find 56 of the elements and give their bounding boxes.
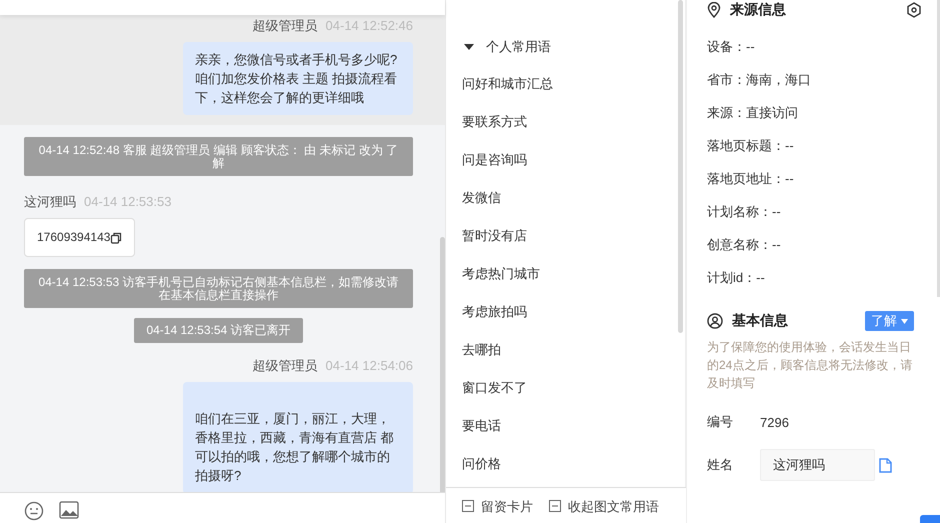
info-row-text: 计划名称：-- [707,203,782,221]
phrase-item[interactable]: 问价格 [462,455,685,474]
message-bubble: 亲亲，您微信号或者手机号多少呢?咱们加您发价格表 主题 拍摄流程看下，这样您会了解的更详细哦 [183,42,413,115]
phone-number: 17609394143 [37,229,110,246]
phrase-item[interactable]: 问好和城市汇总 [462,75,685,94]
checkbox-icon [462,500,474,512]
group-label: 个人常用语 [486,38,551,56]
field-value: 7296 [760,414,789,430]
floating-button[interactable] [920,515,940,523]
field-label: 姓名 [707,456,734,474]
message-time: 04-14 12:53:53 [84,194,172,209]
location-pin-icon [707,2,721,18]
user-circle-icon [707,313,723,329]
image-icon [59,501,79,519]
info-row-text: 省市：海南，海口 [707,71,812,89]
scrollbar-thumb[interactable] [678,0,683,333]
phrase-item[interactable]: 发微信 [462,189,685,208]
message-time: 04-14 12:54:06 [326,358,413,373]
sender-name: 超级管理员 [252,357,318,375]
scrollbar-thumb[interactable] [440,237,445,492]
copy-icon [110,232,122,244]
phrase-item[interactable]: 考虑热门城市 [462,265,685,284]
phrase-item[interactable]: 暂时没有店 [462,227,685,246]
phrase-item[interactable]: 要电话 [462,417,685,436]
message-bubble: 咱们在三亚，厦门，丽江，大理，香格里拉，西藏，青海有直营店 都可以拍的哦，您想了解哪个城市的拍摄呀? [183,382,413,492]
system-notice: 04-14 12:53:54 访客已离开 [134,318,303,343]
sender-name: 超级管理员 [252,17,318,35]
phrase-item[interactable]: 去哪拍 [462,341,685,360]
system-notice: 04-14 12:53:53 访客手机号已自动标记右侧基本信息栏，如需修改请在基本信息栏直接操作 [24,269,413,308]
phrase-item[interactable]: 问是咨询吗 [462,151,685,170]
sender-name: 这河狸吗 [24,193,76,211]
checkbox-icon [549,500,561,512]
info-row-text: 创意名称：-- [707,236,782,254]
emoji-icon [24,501,44,521]
name-field[interactable]: 这河狸吗 [760,449,875,481]
caret-down-icon [464,43,474,51]
section-title: 基本信息 [732,312,788,330]
info-row-text: 计划id：-- [707,269,766,287]
section-title: 来源信息 [730,1,786,19]
phrase-item[interactable]: 窗口发不了 [462,379,685,398]
phrase-item[interactable]: 要联系方式 [462,113,685,132]
caret-down-icon [901,318,908,324]
info-row-text: 来源：直接访问 [707,104,799,122]
settings-icon [906,2,922,18]
bottom-option[interactable]: 收起图文常用语 [549,500,659,523]
scrollbar-thumb[interactable] [937,0,940,297]
info-row-text: 落地页标题：-- [707,137,795,155]
bottom-option[interactable]: 留资卡片 [462,500,533,523]
info-row-text: 设备：-- [707,38,756,56]
info-row-text: 落地页地址：-- [707,170,795,188]
phrase-group[interactable]: 个人常用语 [464,38,685,56]
document-icon [879,458,892,472]
phrase-item[interactable]: 考虑旅拍吗 [462,303,685,322]
system-notice: 04-14 12:52:48 客服 超级管理员 编辑 顾客状态： 由 未标记 改为 了解 [24,137,413,176]
field-label: 编号 [707,413,734,431]
notice-text: 为了保障您的使用体验，会话发生当日的24点之后，顾客信息将无法修改，请及时填写 [707,339,914,392]
